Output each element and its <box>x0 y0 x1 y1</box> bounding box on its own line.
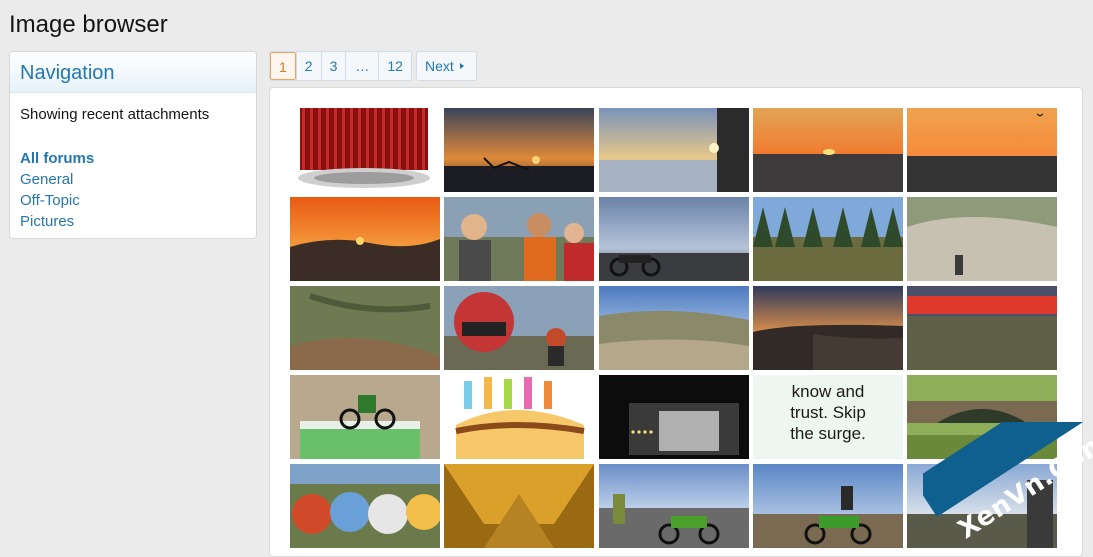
thumbnail-garage-night-lights[interactable] <box>599 375 749 459</box>
thumbnail-hills-overlook[interactable] <box>599 286 749 370</box>
next-page-button[interactable]: Next <box>415 51 477 81</box>
thumbnail-stone-bridge-park[interactable] <box>907 375 1057 459</box>
nav-link-general[interactable]: General <box>20 171 73 188</box>
thumbnail-rider-waving-on-bike[interactable] <box>753 464 903 548</box>
thumbnail-dirt-road-shadow[interactable] <box>907 197 1057 281</box>
nav-link-all-forums[interactable]: All forums <box>20 150 94 167</box>
chevron-right-icon <box>459 63 464 69</box>
thumbnail-riders-on-road[interactable] <box>907 464 1057 548</box>
page-title: Image browser <box>9 11 168 38</box>
page-3-button[interactable]: 3 <box>320 52 346 80</box>
page-skip-button[interactable]: … <box>345 52 379 80</box>
thumbnail-sunset-with-bird[interactable] <box>907 108 1057 192</box>
thumbnail-birthday-cake-illustration[interactable] <box>444 375 594 459</box>
page-12-button[interactable]: 12 <box>378 52 411 80</box>
thumbnail-pine-forest-trail[interactable] <box>753 197 903 281</box>
sidebar-header: Navigation <box>10 52 256 93</box>
page-number-group: 1 2 3 … 12 <box>269 51 412 81</box>
thumbnail-helmet-selfie-rider[interactable] <box>444 286 594 370</box>
thumbnail-sunset-over-coast[interactable] <box>444 108 594 192</box>
forum-nav-list: All forums General Off-Topic Pictures <box>10 124 256 232</box>
image-gallery: know and trust. Skip the surge. <box>269 87 1083 557</box>
thumbnail-motorcycle-at-dusk[interactable] <box>599 197 749 281</box>
navigation-sidebar: Navigation Showing recent attachments Al… <box>9 51 257 239</box>
thumbnail-yellow-tunnel-road[interactable] <box>444 464 594 548</box>
page-1-button[interactable]: 1 <box>270 52 296 80</box>
svg-text:know and: know and <box>792 382 865 401</box>
sidebar-description: Showing recent attachments <box>20 106 210 123</box>
thumbnail-dirt-bike-birthday-cake[interactable] <box>290 375 440 459</box>
thumbnail-orange-sunset-horizon[interactable] <box>753 108 903 192</box>
thumbnail-red-sky-desert[interactable] <box>907 286 1057 370</box>
thumbnail-sunset-over-beach[interactable] <box>599 108 749 192</box>
page-2-button[interactable]: 2 <box>295 52 321 80</box>
thumbnail-rider-with-green-bike[interactable] <box>599 464 749 548</box>
thumbnail-text-card[interactable]: know and trust. Skip the surge. <box>753 375 903 459</box>
thumbnail-orange-sunset-hills[interactable] <box>290 197 440 281</box>
pagination: 1 2 3 … 12 Next <box>269 51 477 81</box>
thumbnail-dirt-hillside-trail[interactable] <box>290 286 440 370</box>
next-label: Next <box>424 58 454 74</box>
nav-link-pictures[interactable]: Pictures <box>20 213 74 230</box>
svg-text:the surge.: the surge. <box>790 424 866 443</box>
svg-text:trust. Skip: trust. Skip <box>790 403 866 422</box>
thumbnail-riders-group-selfie[interactable] <box>444 197 594 281</box>
thumbnail-coast-sunset-view[interactable] <box>753 286 903 370</box>
thumbnail-red-air-filter[interactable] <box>290 108 440 192</box>
nav-link-off-topic[interactable]: Off-Topic <box>20 192 80 209</box>
thumbnail-painted-discs-row[interactable] <box>290 464 440 548</box>
